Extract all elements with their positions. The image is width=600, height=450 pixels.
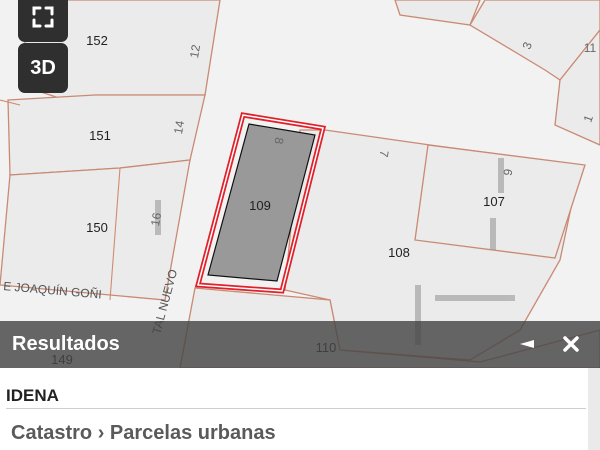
- 3d-toggle-button[interactable]: 3D: [18, 43, 68, 93]
- minimize-icon: [520, 340, 534, 348]
- panel-title: Resultados: [12, 333, 120, 355]
- parcel-label-109: 109: [249, 198, 271, 213]
- close-button[interactable]: [557, 329, 585, 359]
- result-breadcrumb[interactable]: Catastro › Parcelas urbanas: [11, 422, 276, 445]
- parcel-label-152: 152: [86, 33, 108, 48]
- fullscreen-icon: [32, 6, 54, 28]
- results-panel-header: Resultados: [0, 321, 600, 368]
- parcel-label-150: 150: [86, 220, 108, 235]
- house-number-16: 16: [148, 211, 164, 227]
- parcel-label-107: 107: [483, 194, 505, 209]
- house-number-12: 12: [187, 43, 203, 59]
- close-icon: [563, 336, 579, 352]
- source-label: IDENA: [6, 386, 59, 405]
- results-panel-body: IDENA Catastro › Parcelas urbanas: [0, 368, 600, 450]
- divider: [6, 408, 586, 409]
- building-wall: [490, 218, 496, 250]
- panel-scrollbar[interactable]: [588, 368, 600, 450]
- parcel-label-108: 108: [388, 245, 410, 260]
- house-number-11: 11: [584, 41, 597, 55]
- building-wall: [435, 295, 515, 301]
- house-number-14: 14: [171, 119, 187, 135]
- minimize-button[interactable]: [513, 329, 541, 359]
- fullscreen-button[interactable]: [18, 0, 68, 42]
- parcel-label-151: 151: [89, 128, 111, 143]
